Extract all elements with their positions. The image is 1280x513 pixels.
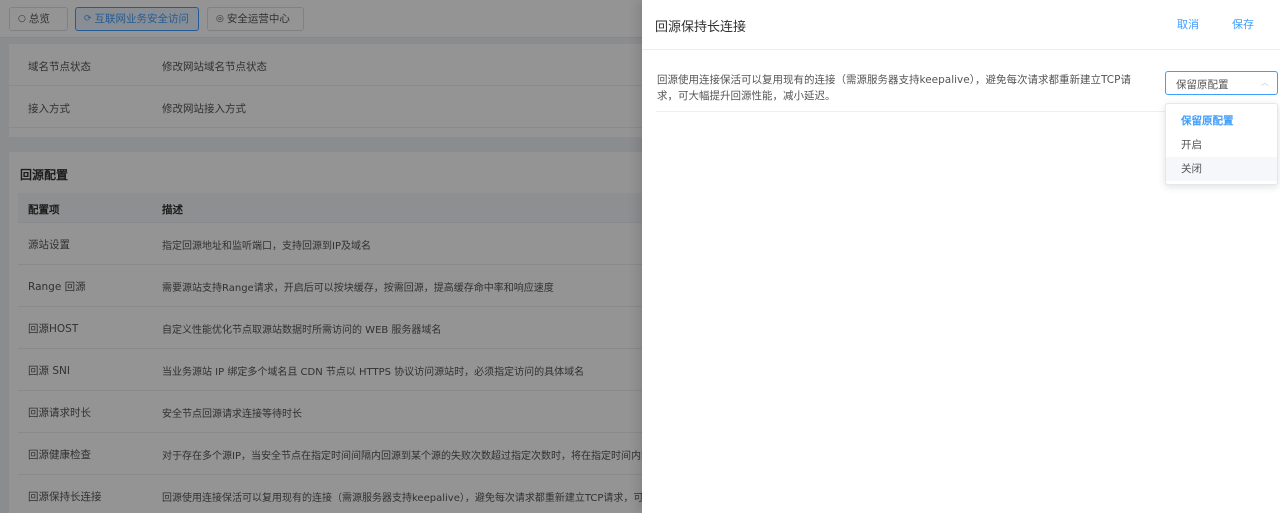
drawer-form-row: 回源使用连接保活可以复用现有的连接（需源服务器支持keepalive），避免每次… xyxy=(656,66,1278,185)
option-enable[interactable]: 开启 xyxy=(1166,133,1277,157)
chevron-up-icon: ︿ xyxy=(1261,78,1269,87)
option-disable[interactable]: 关闭 xyxy=(1166,157,1277,181)
select-dropdown: 保留原配置 开启 关闭 xyxy=(1165,103,1278,185)
save-button[interactable]: 保存 xyxy=(1232,16,1254,32)
modal-overlay[interactable] xyxy=(0,0,642,513)
drawer-title: 回源保持长连接 xyxy=(655,20,747,35)
option-keep-original[interactable]: 保留原配置 xyxy=(1166,109,1277,133)
setting-description: 回源使用连接保活可以复用现有的连接（需源服务器支持keepalive），避免每次… xyxy=(657,74,1131,102)
edit-drawer: 回源保持长连接 取消 保存 回源使用连接保活可以复用现有的连接（需源服务器支持k… xyxy=(642,0,1280,513)
cancel-button[interactable]: 取消 xyxy=(1177,16,1199,32)
drawer-header: 回源保持长连接 取消 保存 xyxy=(642,0,1280,50)
keepalive-select[interactable]: 保留原配置 ︿ xyxy=(1165,71,1278,95)
select-value: 保留原配置 xyxy=(1176,79,1229,91)
